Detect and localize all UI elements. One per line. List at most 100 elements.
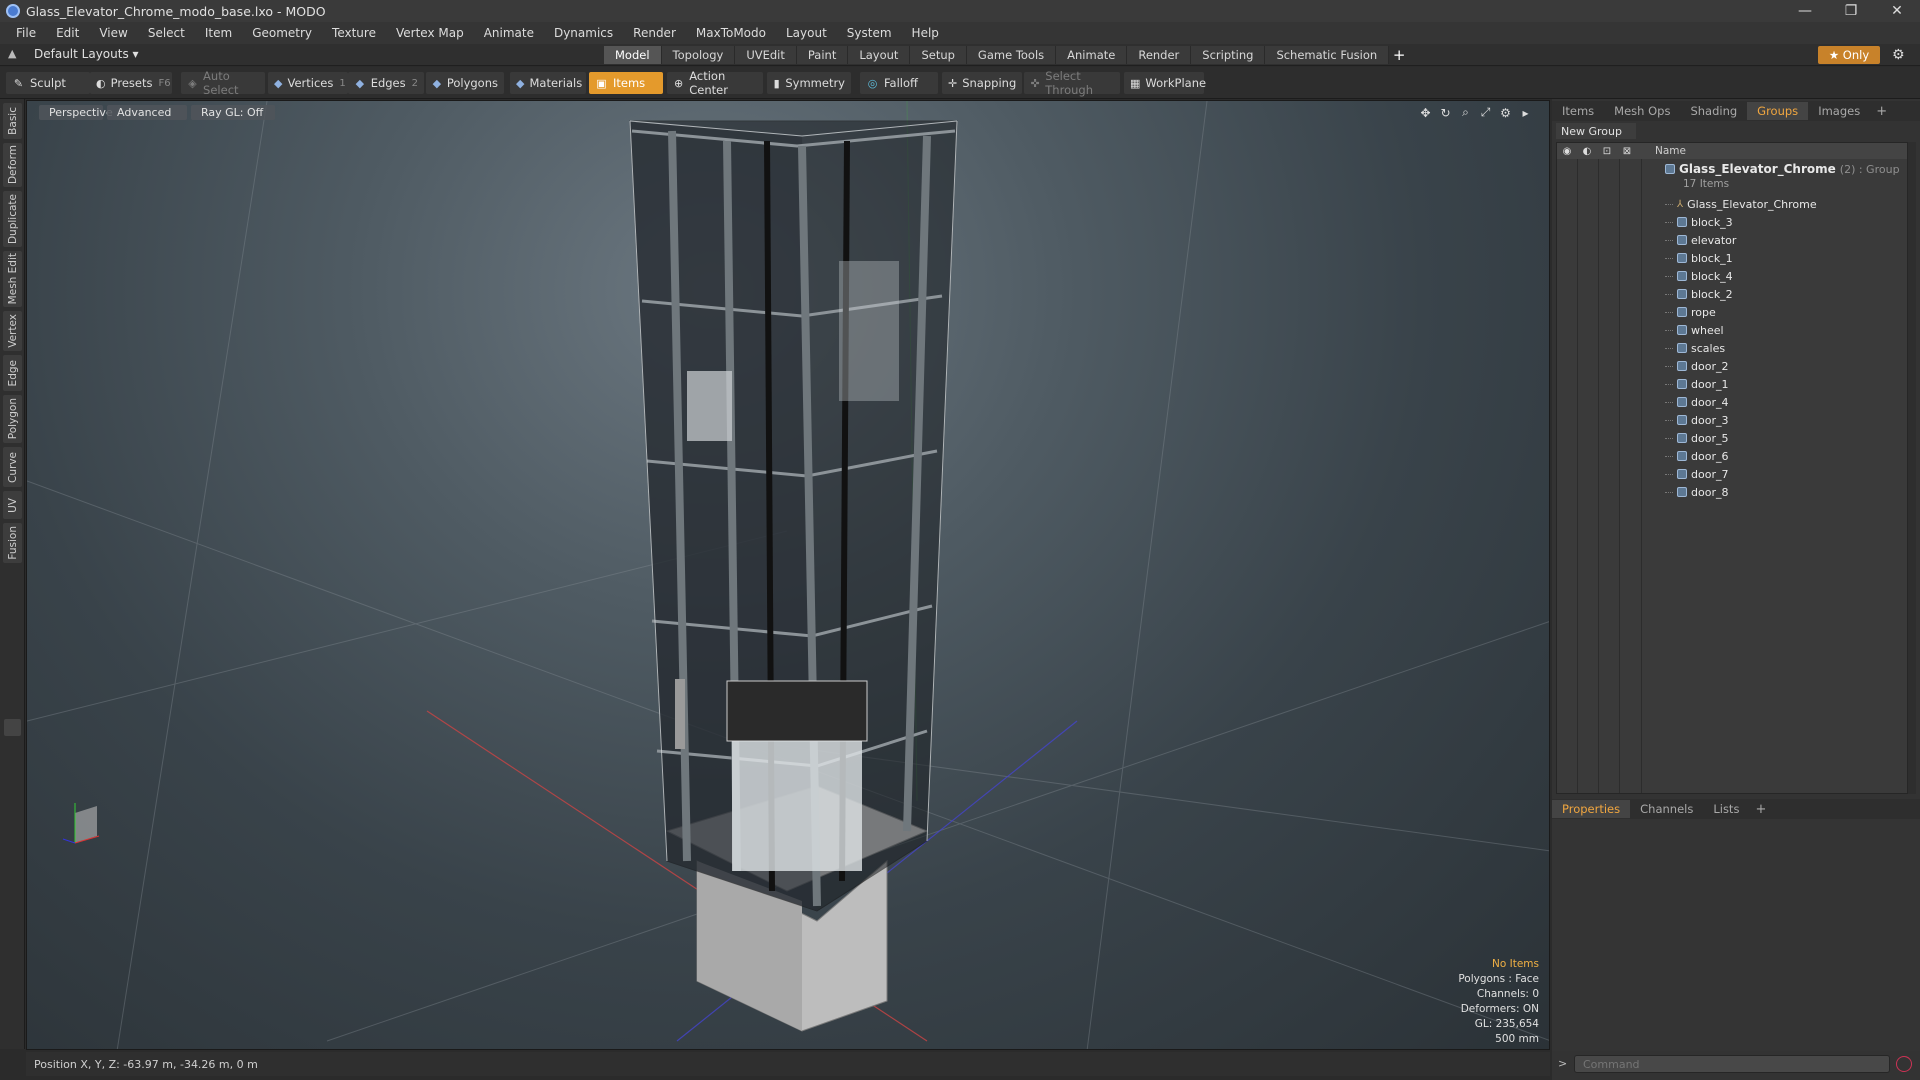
list-item[interactable]: block_4 (1665, 267, 1733, 285)
add-tab-icon[interactable]: + (1389, 46, 1409, 64)
vtab-mesh-edit[interactable]: Mesh Edit (3, 251, 22, 307)
gear-icon[interactable]: ⚙ (1892, 47, 1905, 63)
rotate-icon[interactable]: ↻ (1438, 105, 1453, 120)
tab-model[interactable]: Model (604, 46, 662, 64)
restore-button[interactable]: ❐ (1828, 0, 1874, 22)
perspective-dropdown[interactable]: Perspective (39, 105, 113, 120)
only-button[interactable]: ★ Only (1818, 46, 1880, 64)
menu-edit[interactable]: Edit (46, 26, 89, 40)
tab-game-tools[interactable]: Game Tools (966, 46, 1057, 64)
action-center-button[interactable]: ⊕ Action Center (667, 69, 763, 97)
viewport-menu-icon[interactable]: ▸ (1518, 105, 1533, 120)
list-item[interactable]: block_3 (1665, 213, 1733, 231)
list-item[interactable]: door_8 (1665, 483, 1728, 501)
select-through-button[interactable]: ✜ Select Through (1024, 69, 1120, 97)
tab-topology[interactable]: Topology (661, 46, 736, 64)
list-item[interactable]: door_7 (1665, 465, 1728, 483)
list-item[interactable]: block_2 (1665, 285, 1733, 303)
new-group-button[interactable]: New Group (1556, 123, 1636, 139)
tab-layout[interactable]: Layout (848, 46, 911, 64)
render-icon[interactable]: ◐ (1577, 146, 1597, 157)
items-button[interactable]: ▣ Items (589, 72, 663, 94)
3d-viewport[interactable]: Perspective Advanced Ray GL: Off ✥ ↻ ⌕ ⤢… (26, 100, 1550, 1050)
select-icon[interactable]: ⊠ (1617, 146, 1637, 157)
tab-paint[interactable]: Paint (796, 46, 849, 64)
fit-icon[interactable]: ⤢ (1478, 105, 1493, 120)
default-layouts-dropdown[interactable]: ▲ Default Layouts ▾ (8, 47, 139, 61)
menu-dynamics[interactable]: Dynamics (544, 26, 623, 40)
menu-animate[interactable]: Animate (474, 26, 544, 40)
vtab-deform[interactable]: Deform (3, 143, 22, 187)
list-item[interactable]: door_5 (1665, 429, 1728, 447)
list-item[interactable]: scales (1665, 339, 1725, 357)
list-item[interactable]: elevator (1665, 231, 1736, 249)
menu-geometry[interactable]: Geometry (242, 26, 322, 40)
list-item[interactable]: wheel (1665, 321, 1724, 339)
menu-layout[interactable]: Layout (776, 26, 837, 40)
menu-select[interactable]: Select (138, 26, 195, 40)
list-item[interactable]: door_2 (1665, 357, 1728, 375)
add-properties-tab-icon[interactable]: + (1749, 802, 1772, 817)
raygl-dropdown[interactable]: Ray GL: Off (191, 105, 275, 120)
command-input[interactable] (1574, 1055, 1890, 1073)
pan-icon[interactable]: ✥ (1418, 105, 1433, 120)
list-item[interactable]: rope (1665, 303, 1716, 321)
menu-texture[interactable]: Texture (322, 26, 386, 40)
menu-item[interactable]: Item (195, 26, 242, 40)
viewport-scene[interactable] (27, 101, 1550, 1050)
layout-collapse-icon[interactable]: ▲ (8, 48, 20, 60)
tab-render[interactable]: Render (1127, 46, 1192, 64)
advanced-dropdown[interactable]: Advanced (107, 105, 187, 120)
vtab-edge[interactable]: Edge (3, 355, 22, 391)
vtab-duplicate[interactable]: Duplicate (3, 191, 22, 247)
list-item[interactable]: ⅄ Glass_Elevator_Chrome (1665, 195, 1817, 213)
tab-setup[interactable]: Setup (910, 46, 967, 64)
tab-properties[interactable]: Properties (1552, 800, 1631, 818)
visibility-eye-icon[interactable]: ◉ (1557, 146, 1577, 157)
menu-maxtomodo[interactable]: MaxToModo (686, 26, 776, 40)
workplane-button[interactable]: ▦ WorkPlane (1124, 72, 1206, 94)
list-item[interactable]: door_1 (1665, 375, 1728, 393)
sculpt-button[interactable]: ✎ Sculpt (6, 72, 90, 94)
symmetry-button[interactable]: ▮ Symmetry (767, 72, 851, 94)
edges-button[interactable]: ◆ Edges 2 (348, 72, 424, 94)
menu-view[interactable]: View (89, 26, 137, 40)
command-history-icon[interactable] (1896, 1056, 1912, 1072)
tab-shading[interactable]: Shading (1680, 102, 1747, 120)
list-item[interactable]: door_3 (1665, 411, 1728, 429)
groups-scrollbar[interactable] (1908, 142, 1916, 794)
tab-animate[interactable]: Animate (1056, 46, 1128, 64)
tab-groups[interactable]: Groups (1747, 102, 1809, 120)
vtab-polygon[interactable]: Polygon (3, 395, 22, 443)
menu-system[interactable]: System (837, 26, 902, 40)
tab-channels[interactable]: Channels (1630, 800, 1703, 818)
tab-uvedit[interactable]: UVEdit (735, 46, 797, 64)
menu-help[interactable]: Help (902, 26, 949, 40)
tab-lists[interactable]: Lists (1703, 800, 1749, 818)
vtab-vertex[interactable]: Vertex (3, 311, 22, 351)
auto-select-button[interactable]: ◈ Auto Select (181, 69, 265, 97)
vtab-fusion[interactable]: Fusion (3, 523, 22, 563)
list-item[interactable]: door_6 (1665, 447, 1728, 465)
group-row[interactable]: Glass_Elevator_Chrome (2) : Group (1665, 160, 1900, 178)
menu-file[interactable]: File (6, 26, 46, 40)
zoom-icon[interactable]: ⌕ (1458, 105, 1473, 120)
vtab-uv[interactable]: UV (3, 491, 22, 519)
snapping-button[interactable]: ✛ Snapping (942, 72, 1022, 94)
tab-schematic-fusion[interactable]: Schematic Fusion (1265, 46, 1390, 64)
presets-button[interactable]: ◐ Presets F6 (90, 72, 172, 94)
add-panel-tab-icon[interactable]: + (1870, 104, 1893, 119)
vertices-button[interactable]: ◆ Vertices 1 (268, 72, 348, 94)
vtab-basic[interactable]: Basic (3, 103, 22, 139)
lock-icon[interactable]: ⊡ (1597, 146, 1617, 157)
polygons-button[interactable]: ◆ Polygons (426, 72, 504, 94)
menu-render[interactable]: Render (623, 26, 686, 40)
list-item[interactable]: block_1 (1665, 249, 1733, 267)
elevator-model[interactable] (629, 120, 958, 1032)
tab-items[interactable]: Items (1552, 102, 1604, 120)
palette-toggle-button[interactable] (4, 719, 21, 736)
name-column-header[interactable]: Name (1655, 145, 1686, 157)
vtab-curve[interactable]: Curve (3, 447, 22, 487)
minimize-button[interactable]: — (1782, 0, 1828, 22)
close-button[interactable]: ✕ (1874, 0, 1920, 22)
